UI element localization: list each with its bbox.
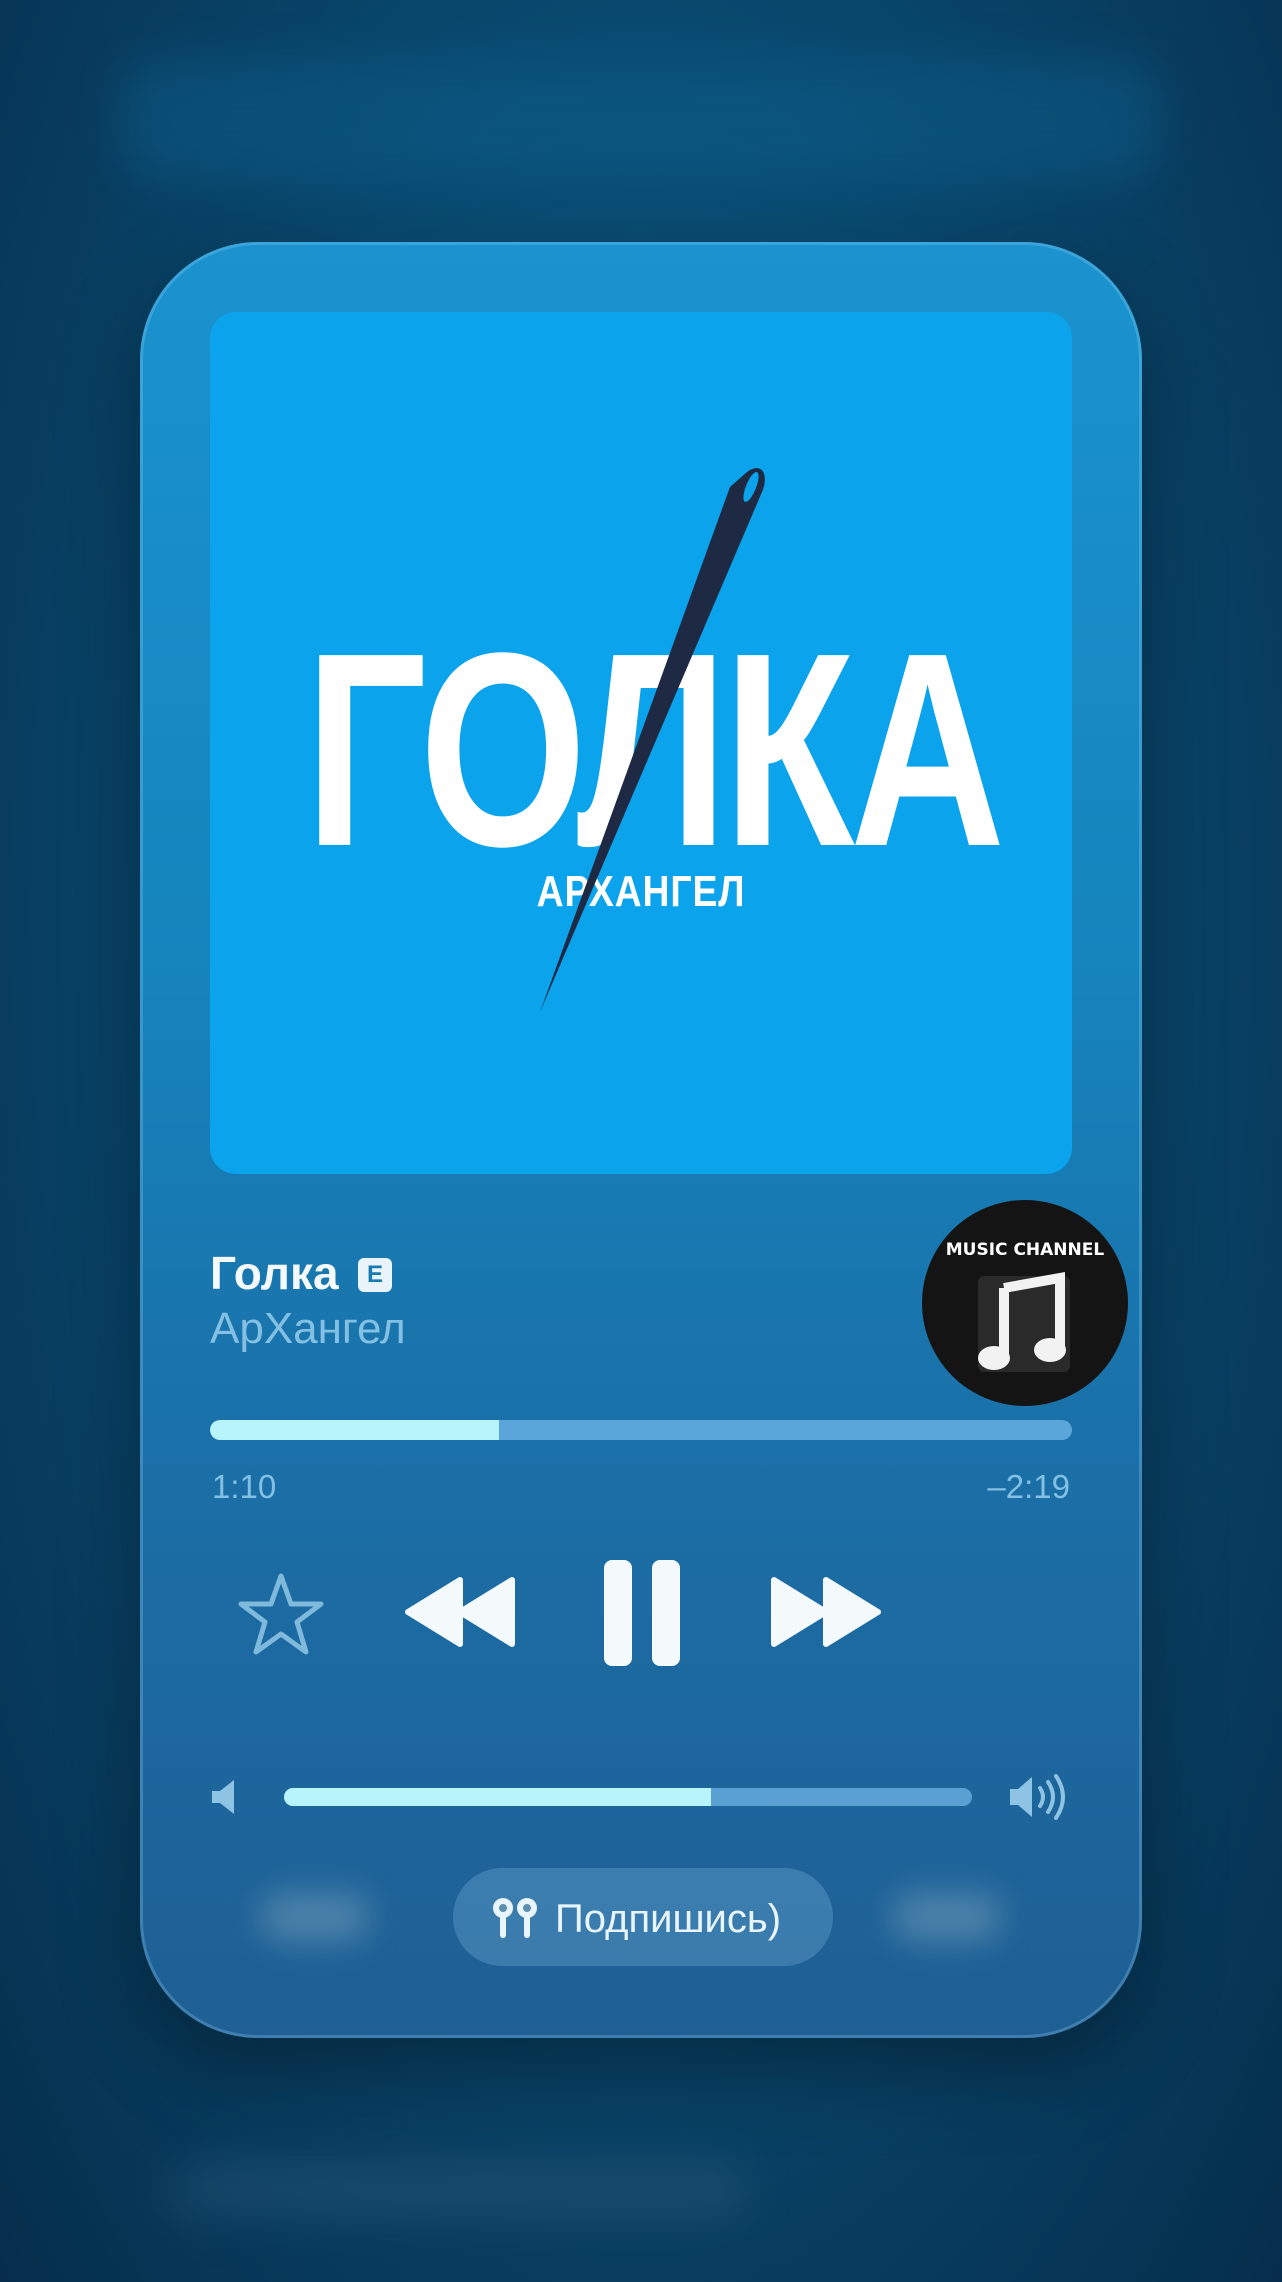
star-icon[interactable] [237, 1572, 325, 1656]
avatar-label: MUSIC CHANNEL [945, 1240, 1105, 1260]
music-note-icon [978, 1272, 1070, 1372]
volume-fill [284, 1788, 711, 1806]
background-blur-top [120, 60, 1160, 180]
output-device-label: Подпишись) [555, 1897, 782, 1941]
song-title[interactable]: Голка [210, 1246, 339, 1300]
artist-name[interactable]: АрХангел [210, 1304, 406, 1354]
rewind-icon[interactable] [402, 1572, 518, 1652]
airpods-icon [493, 1898, 537, 1938]
needle-icon [540, 468, 765, 1012]
playback-progress-bar[interactable] [210, 1420, 1072, 1440]
speaker-low-icon [212, 1780, 234, 1814]
volume-slider[interactable] [284, 1788, 972, 1806]
blurred-control-right [892, 1892, 1002, 1942]
explicit-badge: E [358, 1258, 392, 1292]
progress-fill [210, 1420, 499, 1440]
fast-forward-icon[interactable] [768, 1572, 884, 1652]
album-artwork: ГОЛКА АРХАНГЕЛ [210, 312, 1072, 1174]
now-playing-card: ГОЛКА АРХАНГЕЛ Голка E АрХангел MUSIC CH… [140, 242, 1142, 2038]
speaker-high-icon [1010, 1774, 1065, 1820]
elapsed-time: 1:10 [212, 1468, 277, 1505]
output-device-button[interactable]: Подпишись) [453, 1868, 833, 1966]
remaining-time: ‒2:19 [987, 1468, 1070, 1505]
background-blur-bottom [170, 2160, 750, 2220]
pause-icon[interactable] [602, 1558, 682, 1668]
blurred-control-left [260, 1892, 370, 1942]
channel-avatar[interactable]: MUSIC CHANNEL [922, 1200, 1128, 1406]
